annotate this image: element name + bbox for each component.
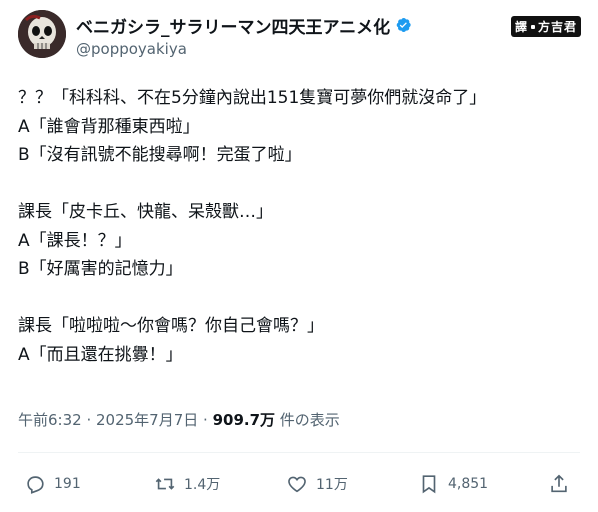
share-icon	[551, 474, 567, 493]
meta-separator: ·	[198, 411, 213, 429]
action-bar: 191 1.4万 11万 4,851	[24, 466, 574, 502]
tweet-text: ？？「科科科、不在5分鐘內說出151隻寶可夢你們就沒命了」 A「誰會背那種東西啦…	[18, 84, 578, 369]
tweet-line: A「而且還在挑釁！」	[18, 344, 183, 365]
avatar[interactable]	[18, 10, 66, 58]
translator-watermark: 譯 方吉君	[510, 16, 581, 37]
divider	[18, 452, 580, 453]
watermark-left: 譯	[514, 20, 528, 34]
bookmark-button[interactable]: 4,851	[418, 466, 488, 502]
repost-icon	[155, 478, 175, 490]
bookmark-count: 4,851	[448, 476, 489, 492]
display-name[interactable]: ベニガシラ_サラリーマン四天王アニメ化	[76, 13, 390, 38]
repost-count: 1.4万	[184, 477, 221, 493]
like-count: 11万	[316, 477, 348, 493]
tweet-meta: 午前6:32 · 2025年7月7日 · 909.7万 件の表示	[18, 409, 340, 430]
watermark-dot	[530, 24, 535, 29]
reply-button[interactable]: 191	[24, 466, 81, 502]
bookmark-icon	[422, 475, 436, 494]
reply-count: 191	[54, 476, 81, 492]
views-count: 909.7万	[212, 411, 276, 429]
watermark-right: 方吉君	[537, 20, 577, 34]
tweet-line: ？？「科科科、不在5分鐘內說出151隻寶可夢你們就沒命了」	[18, 88, 487, 108]
handle[interactable]: @poppoyakiya	[76, 40, 187, 58]
like-button[interactable]: 11万	[286, 466, 348, 502]
tweet-line: 課長「啦啦啦～你會嗎？你自己會嗎？」	[18, 316, 324, 336]
reply-icon	[27, 476, 44, 494]
share-button[interactable]	[548, 466, 578, 502]
tweet-line: B「沒有訊號不能搜尋啊！完蛋了啦」	[18, 145, 302, 165]
verified-badge-icon	[396, 18, 411, 32]
like-icon	[288, 476, 306, 493]
repost-button[interactable]: 1.4万	[154, 466, 220, 502]
tweet-line: B「好厲害的記憶力」	[18, 259, 183, 279]
tweet-header: ベニガシラ_サラリーマン四天王アニメ化 @poppoyakiya 譯 方吉君	[18, 10, 583, 64]
tweet-line: A「課長！？」	[18, 230, 132, 251]
name-row: ベニガシラ_サラリーマン四天王アニメ化	[76, 13, 412, 38]
tweet-line: A「誰會背那種東西啦」	[18, 116, 200, 137]
views-label: 件の表示	[275, 411, 340, 429]
tweet-time[interactable]: 午前6:32	[18, 411, 82, 429]
tweet-line: 課長「皮卡丘、快龍、呆殼獸…」	[18, 202, 273, 222]
meta-separator: ·	[81, 411, 96, 429]
tweet-date[interactable]: 2025年7月7日	[96, 411, 198, 429]
